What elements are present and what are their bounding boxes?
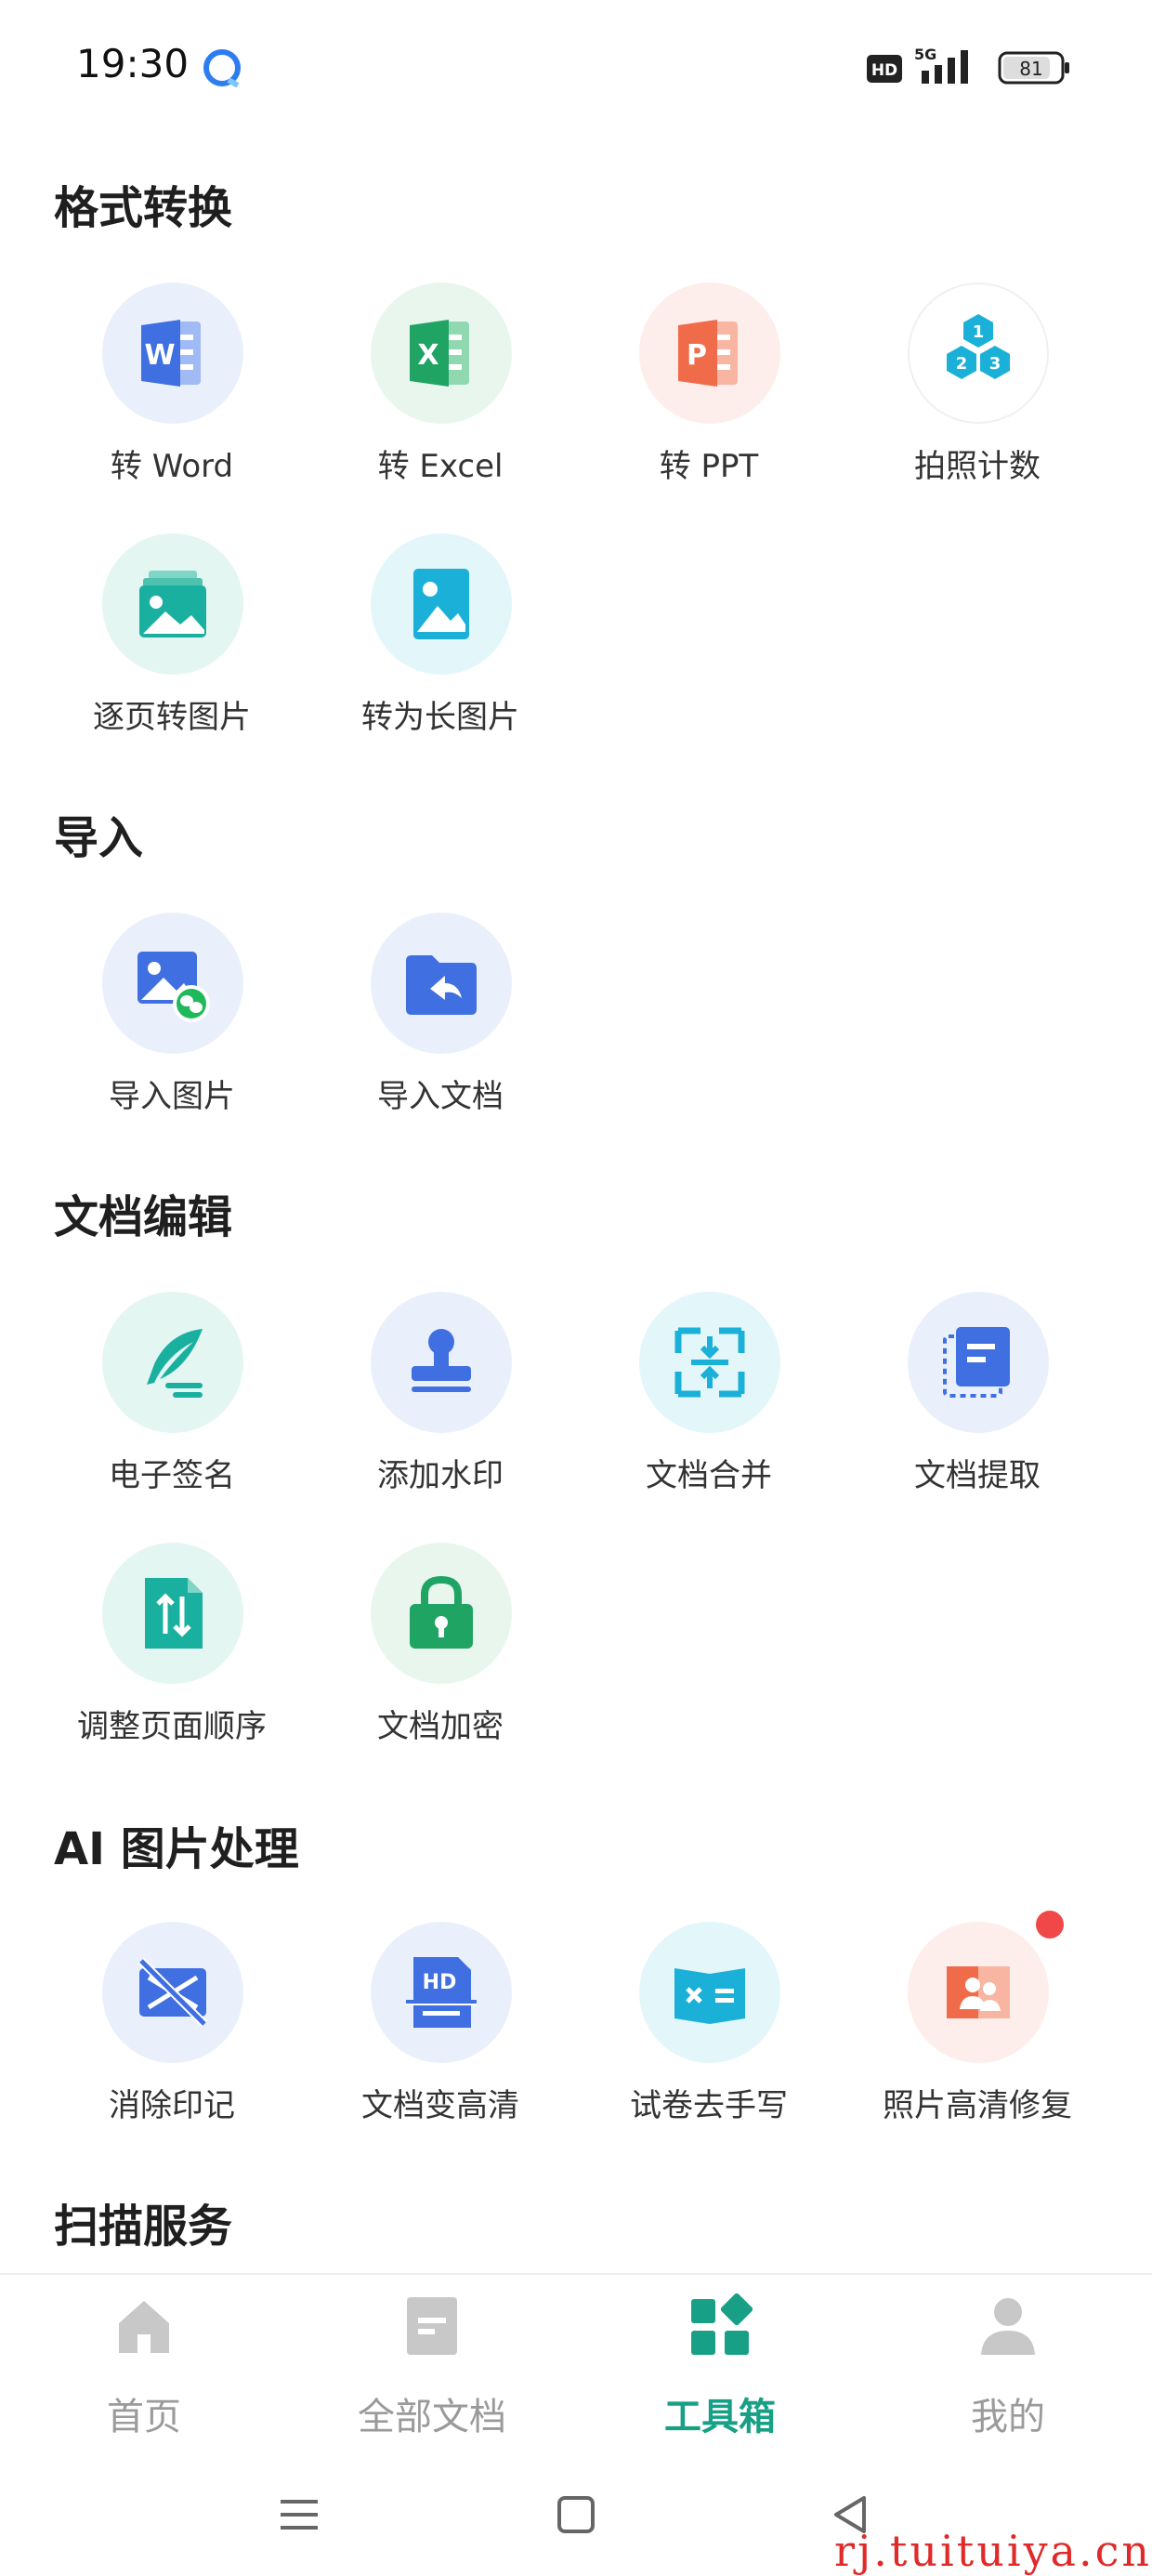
reorder-document-icon	[145, 1578, 203, 1649]
tool-label: 逐页转图片	[93, 699, 251, 736]
tool-label: 调整页面顺序	[77, 1708, 267, 1745]
tool-label: 转为长图片	[361, 699, 519, 736]
stamp-icon	[412, 1329, 471, 1392]
tool-merge-document[interactable]: 文档合并	[574, 1292, 844, 1515]
tool-label: 试卷去手写	[630, 2087, 788, 2124]
toolbox-grid-icon	[691, 2293, 753, 2355]
document-icon	[407, 2297, 457, 2355]
nav-toolbox[interactable]: 工具箱	[576, 2275, 864, 2461]
tool-label: 文档提取	[914, 1457, 1041, 1494]
menu-icon[interactable]	[271, 2487, 327, 2543]
tool-label: 转 Word	[110, 448, 234, 485]
status-bar: 19:30 HD 5G 81	[0, 0, 1152, 139]
system-navigation-bar: rj.tuituiya.cn	[0, 2459, 1152, 2576]
tool-e-signature[interactable]: 电子签名	[37, 1292, 307, 1515]
section-title-ai: AI 图片处理	[54, 1823, 299, 1875]
exam-book-icon	[674, 1968, 745, 2024]
bottom-nav: 首页 全部文档 工具箱 我的	[0, 2273, 1152, 2459]
home-square-icon[interactable]	[548, 2487, 604, 2543]
svg-text:W: W	[144, 339, 175, 372]
toolbox-page: 19:30 HD 5G 81 格式转换 W 转 Word X 转 Excel P…	[0, 0, 1152, 2576]
hd-voice-icon: HD	[867, 55, 902, 83]
tool-to-word[interactable]: W 转 Word	[37, 283, 307, 506]
tool-remove-marks[interactable]: 消除印记	[37, 1922, 307, 2145]
tool-photo-count[interactable]: 1 2 3 拍照计数	[843, 283, 1112, 506]
tool-label: 文档变高清	[361, 2087, 519, 2124]
excel-icon: X	[410, 320, 469, 387]
nav-label: 首页	[107, 2396, 181, 2438]
svg-text:1: 1	[973, 322, 985, 342]
app-notification-icon	[203, 49, 241, 87]
section-title-scan: 扫描服务	[54, 2201, 233, 2253]
user-icon	[981, 2298, 1035, 2355]
tool-to-ppt[interactable]: P 转 PPT	[574, 283, 844, 506]
tool-label: 消除印记	[109, 2087, 235, 2124]
hexagon-count-icon: 1 2 3	[947, 314, 1010, 379]
feather-pen-icon	[147, 1329, 203, 1398]
tool-label: 文档加密	[377, 1708, 504, 1745]
battery-icon: 81	[998, 51, 1069, 85]
nav-home[interactable]: 首页	[0, 2275, 288, 2461]
tool-label: 添加水印	[377, 1457, 504, 1494]
tool-label: 转 PPT	[659, 448, 759, 485]
tool-label: 电子签名	[109, 1457, 235, 1494]
tool-reorder-pages[interactable]: 调整页面顺序	[37, 1543, 307, 1766]
hd-document-icon: HD	[406, 1957, 477, 2028]
ppt-icon: P	[678, 320, 738, 387]
section-title-format: 格式转换	[54, 182, 233, 234]
nav-label: 工具箱	[664, 2396, 776, 2438]
long-image-icon	[413, 569, 469, 639]
tool-enhance-document[interactable]: HD 文档变高清	[306, 1922, 575, 2145]
svg-text:HD: HD	[423, 1971, 457, 1994]
portrait-restore-icon	[947, 1966, 1010, 2018]
image-stack-icon	[139, 571, 206, 637]
tool-label: 文档合并	[646, 1457, 772, 1494]
signal-5g-icon: 5G	[914, 46, 968, 84]
nav-mine[interactable]: 我的	[864, 2275, 1152, 2461]
nav-label: 全部文档	[358, 2396, 506, 2438]
svg-text:HD: HD	[871, 61, 897, 80]
section-title-import: 导入	[54, 812, 144, 864]
tool-page-to-image[interactable]: 逐页转图片	[37, 533, 307, 756]
tool-import-document[interactable]: 导入文档	[306, 913, 575, 1136]
nav-label: 我的	[971, 2396, 1045, 2438]
remove-mark-icon	[137, 1957, 208, 2028]
tool-add-watermark[interactable]: 添加水印	[306, 1292, 575, 1515]
nav-all-docs[interactable]: 全部文档	[288, 2275, 576, 2461]
document-extract-icon	[943, 1327, 1010, 1398]
tool-label: 导入文档	[377, 1078, 504, 1115]
folder-reply-icon	[406, 955, 477, 1015]
status-time: 19:30	[76, 41, 190, 86]
svg-text:2: 2	[956, 354, 968, 374]
tool-label: 导入图片	[109, 1078, 235, 1115]
tool-label: 照片高清修复	[883, 2087, 1072, 2124]
tool-remove-handwriting[interactable]: 试卷去手写	[574, 1922, 844, 2145]
tool-extract-document[interactable]: 文档提取	[843, 1292, 1112, 1515]
svg-text:X: X	[417, 339, 439, 372]
tool-photo-restore[interactable]: 照片高清修复	[843, 1911, 1112, 2145]
tool-label: 拍照计数	[914, 448, 1041, 485]
word-icon: W	[141, 320, 201, 387]
svg-text:3: 3	[989, 354, 1001, 374]
watermark-text: rj.tuituiya.cn	[834, 2526, 1152, 2576]
tool-label: 转 Excel	[377, 448, 504, 485]
new-badge-dot	[1036, 1911, 1064, 1939]
tool-encrypt-document[interactable]: 文档加密	[306, 1543, 575, 1766]
network-label: 5G	[914, 46, 936, 63]
battery-level: 81	[1019, 58, 1042, 80]
svg-text:P: P	[687, 339, 707, 372]
merge-icon	[674, 1327, 745, 1398]
tool-import-image[interactable]: 导入图片	[37, 913, 307, 1136]
import-image-wechat-icon	[137, 952, 210, 1022]
home-icon	[119, 2301, 169, 2353]
tool-to-excel[interactable]: X 转 Excel	[306, 283, 575, 506]
section-title-edit: 文档编辑	[54, 1191, 233, 1243]
tool-to-long-image[interactable]: 转为长图片	[306, 533, 575, 756]
lock-icon	[410, 1575, 473, 1649]
